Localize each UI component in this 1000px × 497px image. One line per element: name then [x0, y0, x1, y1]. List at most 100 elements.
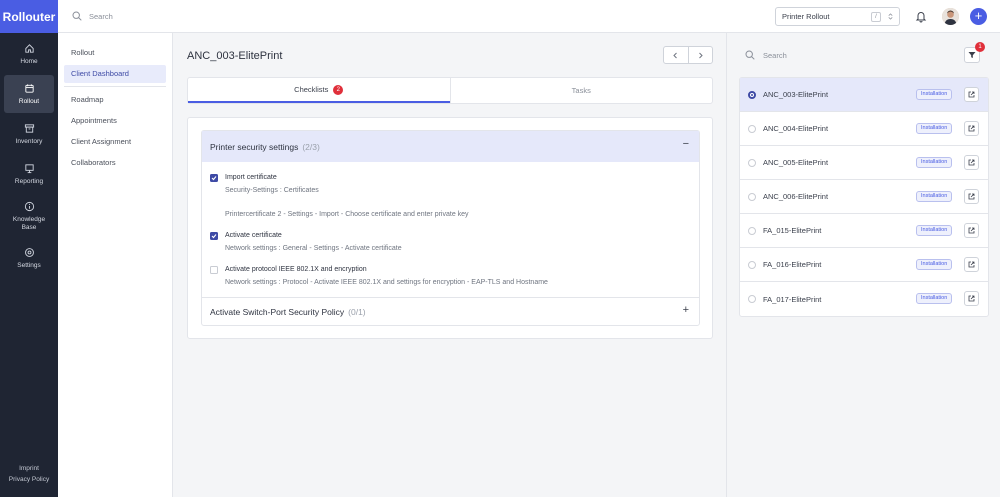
device-name: FA_017-ElitePrint — [763, 294, 822, 304]
item-description: Network settings : Protocol - Activate I… — [225, 279, 548, 286]
subnav-roadmap[interactable]: Roadmap — [64, 91, 166, 109]
device-radio[interactable] — [748, 295, 756, 303]
device-search[interactable]: Search — [745, 50, 787, 60]
info-icon — [24, 201, 34, 211]
gear-icon — [24, 248, 34, 257]
item-title: Activate protocol IEEE 802.1X and encryp… — [225, 266, 367, 273]
item-note: Printercertificate 2 - Settings - Import… — [225, 211, 469, 218]
subnav-rollout[interactable]: Rollout — [64, 44, 166, 62]
section-header-switch-port[interactable]: Activate Switch-Port Security Policy (0/… — [202, 297, 699, 325]
checkbox-activate-certificate[interactable] — [210, 232, 218, 240]
user-photo — [942, 8, 959, 25]
item-description: Security-Settings : Certificates — [225, 187, 319, 194]
nav-settings[interactable]: Settings — [0, 239, 58, 277]
next-button[interactable] — [689, 47, 713, 63]
external-link-icon — [968, 295, 975, 302]
subnav-client-dashboard[interactable]: Client Dashboard — [64, 65, 166, 83]
device-name: FA_015-ElitePrint — [763, 226, 822, 235]
device-radio[interactable] — [748, 158, 756, 167]
checklist-card: Printer security settings (2/3) − Import… — [187, 117, 713, 339]
open-external-button[interactable] — [964, 87, 979, 102]
main-sidebar: Rollouter Home Rollout Inventory Reporti… — [0, 0, 58, 497]
app-logo[interactable]: Rollouter — [0, 0, 58, 33]
list-item[interactable]: FA_017-ElitePrint Installation — [740, 282, 988, 316]
user-avatar[interactable] — [942, 8, 959, 25]
device-name: ANC_003-ElitePrint — [763, 90, 829, 99]
calendar-icon — [24, 84, 34, 93]
device-radio[interactable] — [748, 260, 756, 269]
subnav-client-assignment[interactable]: Client Assignment — [64, 133, 166, 151]
privacy-policy-link[interactable]: Privacy Policy — [0, 474, 58, 485]
chevron-up-down-icon — [888, 13, 893, 20]
list-item[interactable]: ANC_004-ElitePrint Installation — [740, 112, 988, 146]
tab-checklists[interactable]: Checklists 2 — [188, 78, 450, 103]
section-progress: (0/1) — [348, 306, 366, 317]
search-icon — [745, 50, 755, 60]
tab-tasks[interactable]: Tasks — [449, 78, 713, 103]
shortcut-key: / — [871, 12, 881, 22]
check-icon — [211, 234, 217, 239]
list-item[interactable]: FA_016-ElitePrint Installation — [740, 248, 988, 282]
project-select[interactable]: Printer Rollout / — [775, 7, 900, 26]
page-title: ANC_003-ElitePrint — [187, 50, 283, 62]
open-external-button[interactable] — [964, 189, 979, 204]
nav-reporting[interactable]: Reporting — [0, 155, 58, 193]
collapse-icon[interactable]: − — [683, 138, 689, 150]
device-search-input[interactable]: Search — [763, 51, 787, 60]
nav-inventory[interactable]: Inventory — [0, 115, 58, 153]
device-panel: Search 1 ANC_003-ElitePrint Installation… — [726, 33, 1000, 497]
device-name: ANC_005-ElitePrint — [763, 158, 829, 167]
global-search-input[interactable]: Search — [89, 12, 113, 21]
nav-knowledge-base[interactable]: Knowledge Base — [0, 195, 58, 237]
content-tabs: Checklists 2 Tasks — [187, 77, 713, 104]
external-link-icon — [968, 261, 975, 268]
tab-tasks-label: Tasks — [571, 86, 591, 95]
item-title: Activate certificate — [225, 232, 282, 239]
nav-home-label: Home — [20, 58, 38, 65]
previous-button[interactable] — [664, 47, 689, 63]
open-external-button[interactable] — [964, 291, 979, 306]
home-icon — [24, 44, 34, 53]
device-radio[interactable] — [748, 226, 756, 235]
list-item[interactable]: FA_015-ElitePrint Installation — [740, 214, 988, 248]
archive-icon — [24, 124, 34, 133]
secondary-nav: Rollout Client Dashboard Roadmap Appoint… — [58, 33, 173, 497]
search-icon — [72, 11, 82, 21]
external-link-icon — [968, 125, 975, 132]
checkbox-import-certificate[interactable] — [210, 174, 218, 182]
subnav-appointments[interactable]: Appointments — [64, 112, 166, 130]
add-button[interactable]: + — [970, 8, 987, 25]
external-link-icon — [968, 91, 975, 98]
device-radio[interactable] — [748, 192, 756, 201]
checkbox-activate-protocol[interactable] — [210, 266, 218, 274]
item-title: Import certificate — [225, 174, 277, 181]
device-radio[interactable] — [748, 124, 756, 133]
device-radio[interactable] — [748, 90, 756, 99]
open-external-button[interactable] — [964, 121, 979, 136]
list-item[interactable]: ANC_003-ElitePrint Installation — [740, 78, 988, 112]
check-icon — [211, 176, 217, 181]
chevron-right-icon — [698, 52, 703, 58]
subnav-collaborators[interactable]: Collaborators — [64, 154, 166, 172]
global-search[interactable]: Search — [72, 11, 113, 21]
open-external-button[interactable] — [964, 257, 979, 272]
list-item[interactable]: ANC_006-ElitePrint Installation — [740, 180, 988, 214]
list-item[interactable]: ANC_005-ElitePrint Installation — [740, 146, 988, 180]
project-select-value: Printer Rollout — [782, 12, 830, 21]
open-external-button[interactable] — [964, 155, 979, 170]
nav-rollout[interactable]: Rollout — [4, 75, 54, 113]
imprint-link[interactable]: Imprint — [0, 463, 58, 474]
section-title: Activate Switch-Port Security Policy — [210, 306, 345, 317]
device-name: FA_016-ElitePrint — [763, 260, 822, 269]
external-link-icon — [968, 227, 975, 234]
expand-icon[interactable]: + — [683, 304, 689, 316]
sidebar-footer: Imprint Privacy Policy — [0, 463, 58, 485]
section-header-printer-security[interactable]: Printer security settings (2/3) − — [202, 131, 699, 162]
nav-reporting-label: Reporting — [14, 178, 44, 185]
nav-home[interactable]: Home — [0, 35, 58, 73]
bell-icon[interactable] — [915, 10, 927, 23]
open-external-button[interactable] — [964, 223, 979, 238]
checklists-count-badge: 2 — [333, 84, 344, 95]
external-link-icon — [968, 159, 975, 166]
nav-inventory-label: Inventory — [15, 138, 43, 145]
